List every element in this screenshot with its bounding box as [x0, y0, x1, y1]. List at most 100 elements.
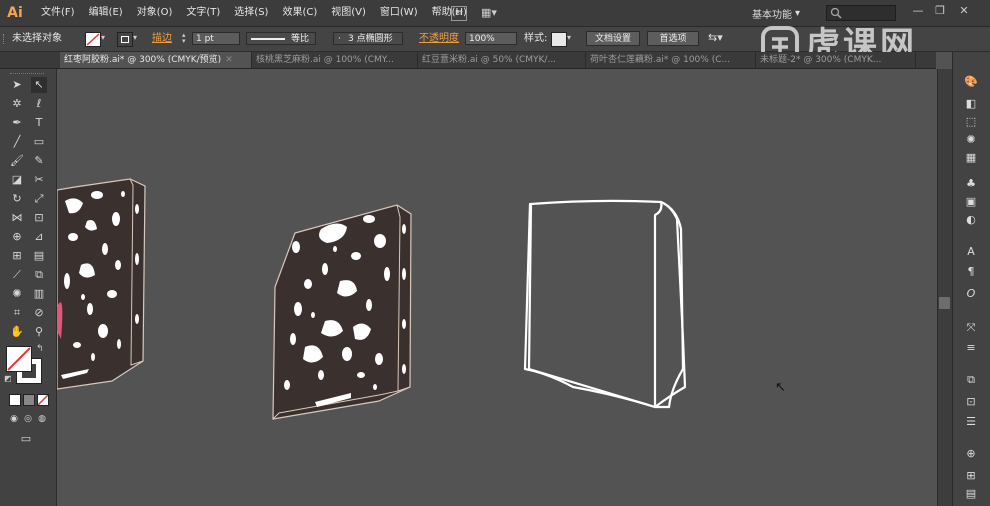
menu-file[interactable]: 文件(F)	[34, 0, 82, 26]
arrange-icon[interactable]: ⇆▾	[708, 31, 723, 44]
shape-builder-icon[interactable]: ⊕	[9, 229, 25, 245]
symbol-sprayer-icon[interactable]: ✺	[9, 286, 25, 302]
scrollbar-thumb[interactable]	[939, 297, 950, 309]
transform-icon[interactable]: ⤧	[962, 320, 980, 336]
direct-selection-icon[interactable]: ↖	[31, 77, 47, 93]
swap-icon[interactable]: ↰	[36, 344, 44, 354]
blend-icon[interactable]: ⧉	[31, 267, 47, 283]
gradient-icon[interactable]: ▤	[31, 248, 47, 264]
search-input[interactable]	[826, 5, 896, 21]
draw-inside-icon[interactable]: ◍	[34, 411, 50, 427]
menu-object[interactable]: 对象(O)	[130, 0, 180, 26]
color-panel-icon[interactable]: 🎨	[962, 74, 980, 90]
chevron-down-icon[interactable]: ▾	[101, 33, 105, 42]
magic-wand-icon[interactable]: ✲	[9, 96, 25, 112]
minimize-button[interactable]: —	[910, 4, 926, 18]
artboards-icon[interactable]: ⊡	[962, 394, 980, 410]
width-icon[interactable]: ⋈	[9, 210, 25, 226]
bridge-button[interactable]: Br	[451, 6, 467, 21]
restore-button[interactable]: ❐	[932, 4, 948, 18]
graphic-styles-icon[interactable]: ♣	[962, 176, 980, 192]
layers-icon[interactable]: ⧉	[962, 372, 980, 388]
screen-mode-icon[interactable]: ▭	[18, 431, 34, 447]
selection-status: 未选择对象	[12, 33, 62, 44]
brushes-icon[interactable]: ✺	[962, 132, 980, 148]
scale-icon[interactable]: ⤢	[31, 191, 47, 207]
color-mode-icon[interactable]	[9, 394, 21, 406]
menu-view[interactable]: 视图(V)	[324, 0, 373, 26]
free-transform-icon[interactable]: ⊡	[31, 210, 47, 226]
links-icon[interactable]: ☰	[962, 414, 980, 430]
mesh-icon[interactable]: ⊞	[9, 248, 25, 264]
column-graph-icon[interactable]: ▥	[31, 286, 47, 302]
rectangle-icon[interactable]: ▭	[31, 134, 47, 150]
close-icon[interactable]: ✕	[225, 55, 233, 65]
selection-icon[interactable]: ➤	[9, 77, 25, 93]
right-outline-block[interactable]	[523, 199, 687, 409]
lasso-icon[interactable]: ℓ	[31, 96, 47, 112]
menu-type[interactable]: 文字(T)	[179, 0, 227, 26]
menu-window[interactable]: 窗口(W)	[373, 0, 425, 26]
opentype-icon[interactable]: O	[962, 286, 980, 302]
middle-speckled-block[interactable]	[272, 204, 412, 420]
eraser-icon[interactable]: ◪	[9, 172, 25, 188]
vertical-scrollbar[interactable]	[937, 69, 952, 506]
stepper-icon[interactable]: ▴ ▾	[182, 32, 190, 45]
stroke-swatch[interactable]	[117, 32, 133, 47]
stroke-panel-icon[interactable]: ▣	[962, 194, 980, 210]
tab-document-5[interactable]: 未标题-2* @ 300% (CMYK...	[756, 52, 916, 68]
tab-document-2[interactable]: 核桃黑芝麻粉.ai @ 100% (CMY...	[252, 52, 418, 68]
none-mode-icon[interactable]	[37, 394, 49, 406]
info-icon[interactable]: ⊞	[962, 468, 980, 484]
tools-panel: ➤ ↖ ✲ ℓ ✒ T ╱ ▭ 🖌 ✎ ◪ ✂ ↻ ⤢ ⋈ ⊡ ⊕ ⊿ ⊞ ▤ …	[0, 69, 57, 506]
workspace-switcher[interactable]: 基本功能 ▾	[752, 6, 800, 21]
stroke-weight-field[interactable]: 1 pt	[192, 32, 240, 45]
menu-select[interactable]: 选择(S)	[227, 0, 275, 26]
close-button[interactable]: ✕	[956, 4, 972, 18]
left-speckled-block[interactable]	[57, 178, 146, 390]
stroke-label[interactable]: 描边	[152, 27, 172, 51]
chevron-down-icon[interactable]: ▾	[133, 33, 137, 42]
artboard-icon[interactable]: ⌗	[9, 305, 25, 321]
character-icon[interactable]: A	[962, 244, 980, 260]
fill-swatch[interactable]	[85, 32, 101, 47]
gradient-mode-icon[interactable]	[23, 394, 35, 406]
line-icon[interactable]: ╱	[9, 134, 25, 150]
eyedropper-icon[interactable]: ⟋	[9, 267, 25, 283]
paragraph-icon[interactable]: ¶	[962, 264, 980, 280]
type-icon[interactable]: T	[31, 115, 47, 131]
symbols-icon[interactable]: ▦	[962, 150, 980, 166]
tab-document-4[interactable]: 荷叶杏仁莲藕粉.ai* @ 100% (C...	[586, 52, 756, 68]
perspective-icon[interactable]: ⊿	[31, 229, 47, 245]
navigator-icon[interactable]: ⊕	[962, 446, 980, 462]
appearance-icon[interactable]: ▤	[962, 486, 980, 502]
style-swatch[interactable]	[551, 32, 567, 47]
hand-icon[interactable]: ✋	[9, 324, 25, 340]
tab-document-3[interactable]: 红豆薏米粉.ai @ 50% (CMYK/...	[418, 52, 586, 68]
artboard-canvas[interactable]: ↖	[57, 69, 937, 506]
opacity-label[interactable]: 不透明度	[419, 27, 459, 51]
scissors-icon[interactable]: ✂	[31, 172, 47, 188]
transparency-icon[interactable]: ◐	[962, 212, 980, 228]
paintbrush-icon[interactable]: 🖌	[9, 153, 25, 169]
slice-icon[interactable]: ⊘	[31, 305, 47, 321]
preferences-button[interactable]: 首选项	[647, 31, 699, 46]
arrange-documents-icon[interactable]: ▦▾	[481, 6, 501, 19]
brush-definition[interactable]: · 3 点椭圆形	[333, 32, 403, 45]
pencil-icon[interactable]: ✎	[31, 153, 47, 169]
menu-effect[interactable]: 效果(C)	[275, 0, 324, 26]
swatches-icon[interactable]: ⬚	[962, 114, 980, 130]
fill-color-box[interactable]	[6, 346, 32, 372]
opacity-field[interactable]: 100%	[465, 32, 517, 45]
chevron-down-icon[interactable]: ▾	[567, 33, 571, 42]
menu-edit[interactable]: 编辑(E)	[82, 0, 130, 26]
color-guide-icon[interactable]: ◧	[962, 96, 980, 112]
tab-document-1[interactable]: 红枣阿胶粉.ai* @ 300% (CMYK/预览) ✕	[60, 52, 252, 68]
variable-width-profile[interactable]: 等比	[246, 32, 316, 45]
document-setup-button[interactable]: 文档设置	[586, 31, 640, 46]
pen-icon[interactable]: ✒	[9, 115, 25, 131]
rotate-icon[interactable]: ↻	[9, 191, 25, 207]
zoom-icon[interactable]: ⚲	[31, 324, 47, 340]
align-icon[interactable]: ≡	[962, 340, 980, 356]
default-colors-icon[interactable]: ◩	[4, 374, 12, 383]
